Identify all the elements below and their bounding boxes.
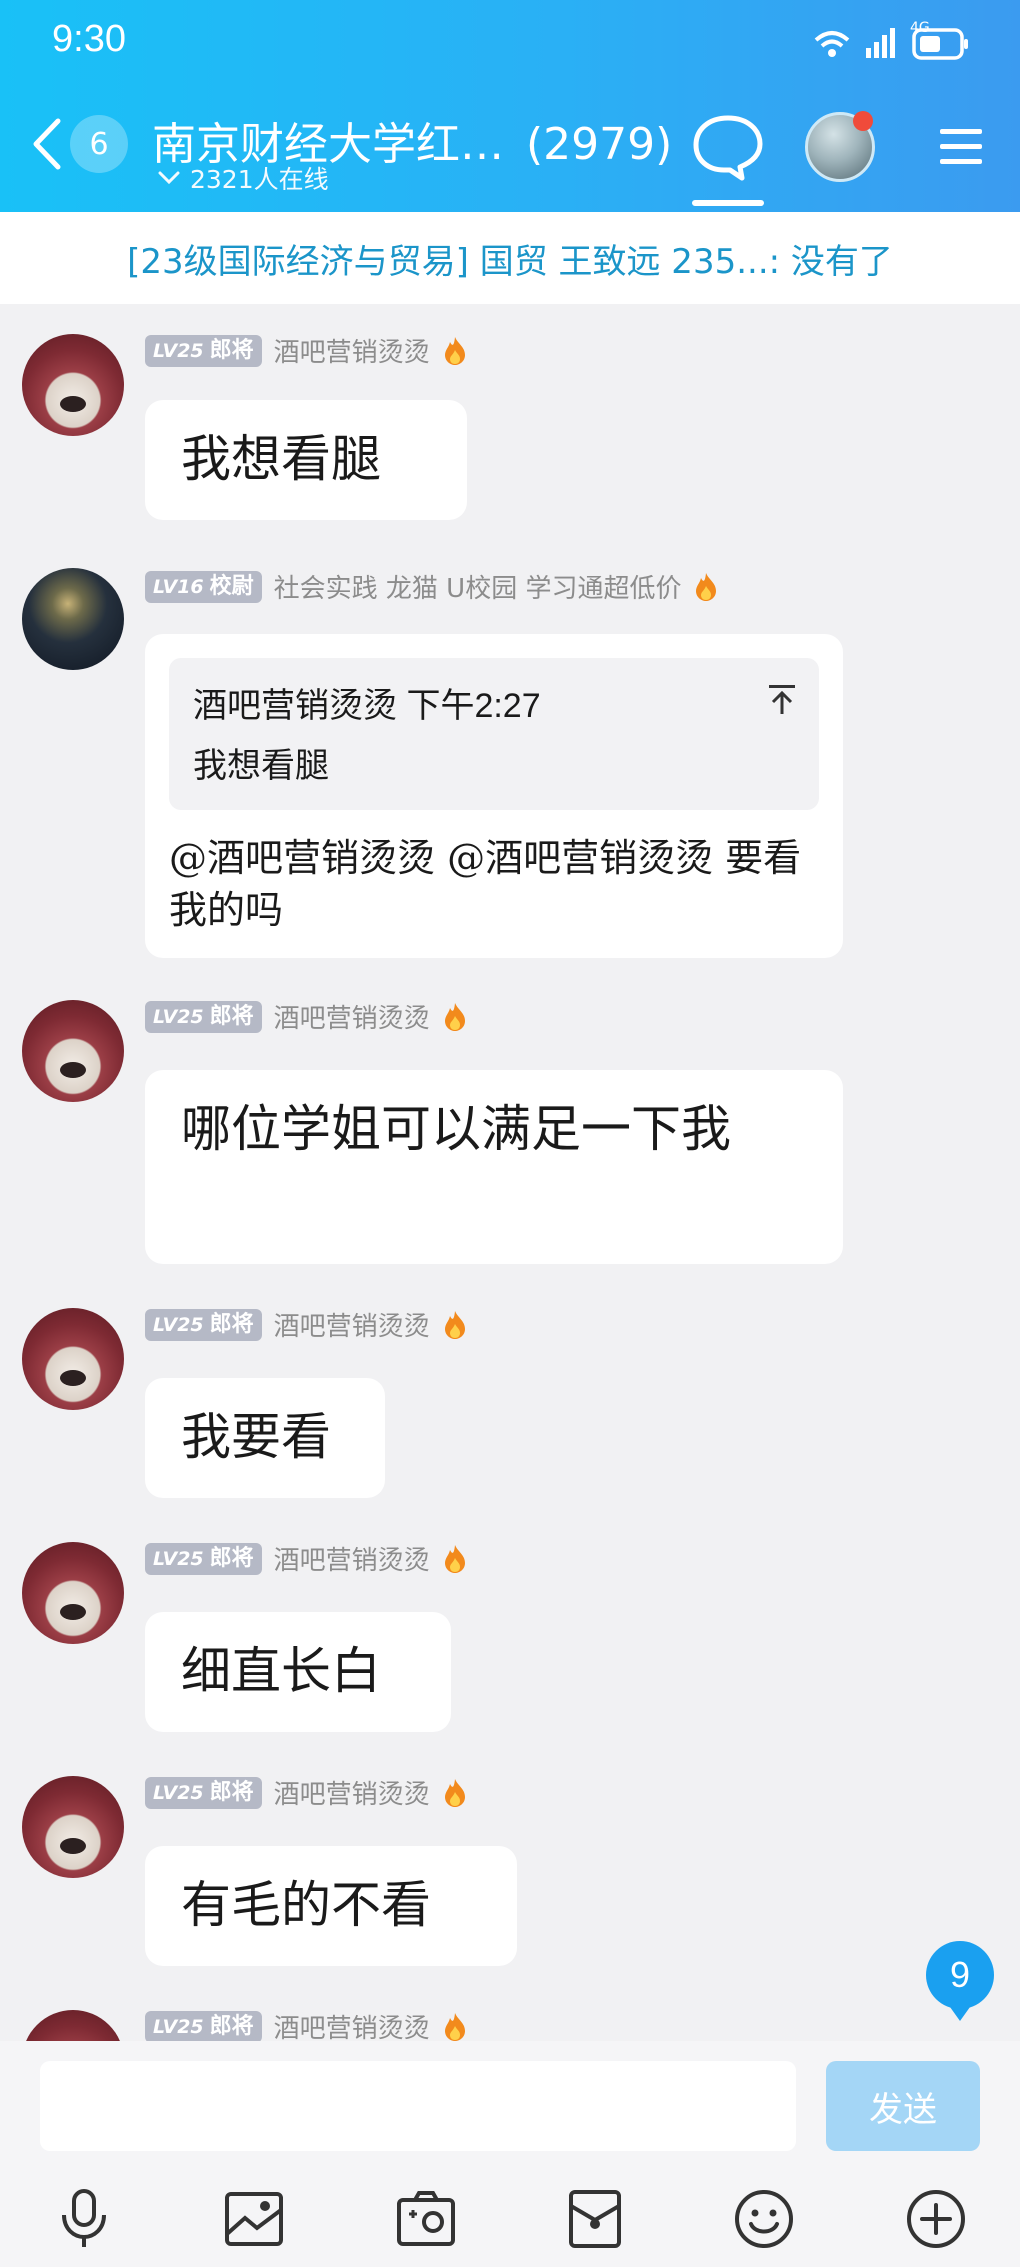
avatar[interactable]: [22, 568, 124, 670]
fire-icon: [444, 336, 465, 365]
unread-chats-badge: 6: [70, 115, 128, 173]
red-packet-button[interactable]: [555, 2179, 635, 2259]
level-rank: 郎将: [209, 337, 254, 363]
input-toolbar: [0, 2179, 1020, 2259]
online-label: 2321人在线: [190, 165, 329, 194]
avatar[interactable]: [22, 2010, 124, 2041]
status-time: 9:30: [52, 18, 126, 60]
microphone-icon: [62, 2189, 106, 2247]
fire-icon: [444, 1310, 465, 1339]
top-header: 9:30 4G 6 南京财经大学红… (2979) 2321人在线: [0, 0, 1020, 212]
message-bubble[interactable]: 我想看腿: [145, 400, 467, 520]
level-badge: LV25 郎将: [145, 1308, 262, 1341]
sender-name[interactable]: 社会实践 龙猫 U校园 学习通超低价: [274, 568, 682, 605]
level-badge: LV25 郎将: [145, 1000, 262, 1033]
member-count: (2979): [526, 119, 673, 170]
level-rank: 郎将: [209, 1779, 254, 1805]
level-number: LV25: [153, 1547, 204, 1570]
quoted-sender: 酒吧营销烫烫 下午2:27: [193, 687, 541, 725]
wifi-icon: [814, 31, 850, 57]
reply-text: @酒吧营销烫烫 @酒吧营销烫烫 要看我的吗: [169, 836, 802, 932]
level-badge: LV25 郎将: [145, 334, 262, 367]
avatar[interactable]: [22, 1308, 124, 1410]
reply-bubble[interactable]: 酒吧营销烫烫 下午2:27 我想看腿 @酒吧营销烫烫 @酒吧营销烫烫 要看我的吗: [145, 634, 843, 958]
red-packet-icon: [569, 2190, 621, 2248]
fire-icon: [696, 572, 717, 601]
latest-message-bar[interactable]: [23级国际经济与贸易] 国贸 王致远 235...: 没有了: [0, 212, 1020, 304]
level-badge: LV25 郎将: [145, 1542, 262, 1575]
message-item: LV25 郎将 酒吧营销烫烫: [0, 2006, 1020, 2041]
sender-name[interactable]: 酒吧营销烫烫: [274, 998, 430, 1035]
camera-button[interactable]: [386, 2179, 466, 2259]
message-bubble[interactable]: 哪位学姐可以满足一下我: [145, 1070, 843, 1264]
avatar[interactable]: [22, 1000, 124, 1102]
level-number: LV25: [153, 1313, 204, 1336]
chevron-down-icon: [158, 171, 180, 185]
fire-icon: [444, 1778, 465, 1807]
message-meta: LV25 郎将 酒吧营销烫烫: [145, 998, 468, 1035]
quoted-message[interactable]: 酒吧营销烫烫 下午2:27 我想看腿: [169, 658, 819, 810]
signal-icon: 4G: [864, 20, 930, 64]
unread-messages-badge[interactable]: 9: [926, 1941, 994, 2021]
sender-name[interactable]: 酒吧营销烫烫: [274, 1306, 430, 1343]
sender-name[interactable]: 酒吧营销烫烫: [274, 1774, 430, 1811]
camera-icon: [397, 2191, 455, 2246]
input-area: 发送: [0, 2041, 1020, 2267]
menu-icon[interactable]: [938, 126, 984, 168]
level-badge: LV25 郎将: [145, 1776, 262, 1809]
sender-name[interactable]: 酒吧营销烫烫: [274, 2008, 430, 2041]
chevron-left-icon: [33, 118, 61, 170]
network-label: 4G: [910, 20, 930, 36]
avatar[interactable]: [22, 1542, 124, 1644]
plus-icon: [907, 2190, 965, 2248]
level-badge: LV16 校尉: [145, 570, 262, 603]
level-number: LV25: [153, 2015, 204, 2038]
status-icons: 4G: [812, 20, 970, 64]
level-rank: 郎将: [209, 1545, 254, 1571]
image-icon: [225, 2192, 283, 2246]
emoji-button[interactable]: [724, 2179, 804, 2259]
active-tab-underline: [692, 200, 764, 206]
jump-to-top-icon[interactable]: [765, 682, 799, 716]
level-rank: 郎将: [209, 1311, 254, 1337]
level-rank: 校尉: [209, 573, 254, 599]
message-meta: LV25 郎将 酒吧营销烫烫: [145, 1306, 468, 1343]
level-badge: LV25 郎将: [145, 2010, 262, 2041]
message-meta: LV25 郎将 酒吧营销烫烫: [145, 332, 468, 369]
microphone-button[interactable]: [44, 2179, 124, 2259]
level-rank: 郎将: [209, 2013, 254, 2039]
fire-icon: [444, 1002, 465, 1031]
message-bubble[interactable]: 我要看: [145, 1378, 385, 1498]
message-meta: LV16 校尉 社会实践 龙猫 U校园 学习通超低价: [145, 568, 719, 605]
fire-icon: [444, 2012, 465, 2041]
emoji-icon: [735, 2190, 793, 2248]
chat-bubble-icon[interactable]: [690, 112, 766, 182]
back-button[interactable]: 6: [30, 115, 128, 173]
level-number: LV25: [153, 339, 204, 362]
avatar[interactable]: [22, 1776, 124, 1878]
message-meta: LV25 郎将 酒吧营销烫烫: [145, 2008, 468, 2041]
image-button[interactable]: [214, 2179, 294, 2259]
send-button[interactable]: 发送: [826, 2061, 980, 2151]
quoted-text: 我想看腿: [193, 747, 329, 785]
plus-button[interactable]: [896, 2179, 976, 2259]
sender-name[interactable]: 酒吧营销烫烫: [274, 332, 430, 369]
level-number: LV16: [153, 575, 204, 598]
message-input[interactable]: [40, 2061, 796, 2151]
online-count[interactable]: 2321人在线: [158, 160, 329, 196]
level-rank: 郎将: [209, 1003, 254, 1029]
fire-icon: [444, 1544, 465, 1573]
message-bubble[interactable]: 有毛的不看: [145, 1846, 517, 1966]
message-meta: LV25 郎将 酒吧营销烫烫: [145, 1540, 468, 1577]
message-bubble[interactable]: 细直长白: [145, 1612, 451, 1732]
avatar[interactable]: [22, 334, 124, 436]
level-number: LV25: [153, 1005, 204, 1028]
message-meta: LV25 郎将 酒吧营销烫烫: [145, 1774, 468, 1811]
level-number: LV25: [153, 1781, 204, 1804]
sender-name[interactable]: 酒吧营销烫烫: [274, 1540, 430, 1577]
notification-dot: [853, 111, 873, 131]
